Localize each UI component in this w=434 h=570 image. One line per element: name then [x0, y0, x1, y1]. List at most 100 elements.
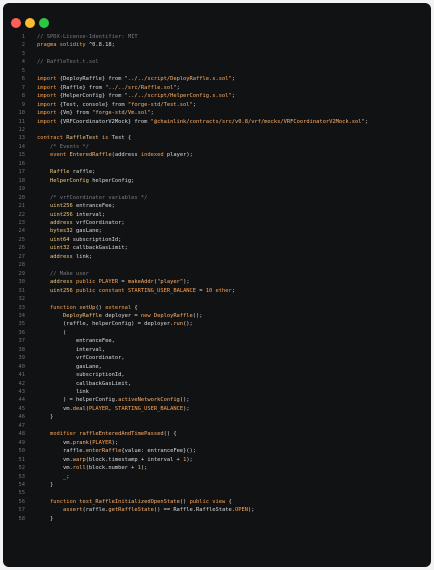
code-line: 43 link — [11, 388, 427, 396]
code-line: 40 gasLane, — [11, 363, 427, 371]
code-token: { — [228, 498, 232, 505]
code-line: 37 entranceFee, — [11, 337, 427, 345]
line-number: 39 — [18, 355, 26, 362]
code-line: 14 /* Events */ — [11, 143, 427, 151]
code-token: {Vm} from — [59, 110, 93, 117]
code-line: 8 import {HelperConfig} from "../../scrip… — [11, 92, 427, 100]
code-line: 55 — [11, 489, 427, 497]
code-token: RaffleTest — [66, 135, 102, 142]
code-token: (); — [179, 397, 190, 404]
code-token: raffleEnteredAndTimePassed — [79, 431, 164, 438]
line-number: 16 — [18, 160, 26, 167]
code-token: address — [37, 253, 76, 260]
code-line: 26 uint32 callbackGasLimit; — [11, 244, 427, 252]
code-token: gasLane, — [37, 363, 102, 370]
code-line: 36 ( — [11, 329, 427, 337]
code-token: deployer = — [105, 312, 141, 319]
code-token: EnteredRaffle — [69, 152, 112, 159]
line-number: 31 — [18, 287, 26, 294]
code-token: "forge-std/Test.sol" — [127, 101, 193, 108]
code-token: ); — [111, 439, 119, 446]
code-token: test_RaffleInitializedOpenState — [79, 498, 180, 505]
code-token: DeployRaffle — [153, 312, 193, 319]
window-controls — [11, 13, 53, 28]
code-token: raffle; — [72, 169, 96, 176]
line-number: 51 — [18, 456, 26, 463]
code-line: 39 vrfCoordinator, — [11, 354, 427, 362]
code-line: 30 address public PLAYER = makeAddr("pla… — [11, 278, 427, 286]
line-number: 8 — [21, 93, 25, 100]
code-line: 49 vm.prank(PLAYER); — [11, 439, 427, 447]
line-number: 34 — [18, 312, 26, 319]
line-number: 48 — [18, 431, 26, 438]
line-number: 26 — [18, 245, 26, 252]
code-token: (raffle. — [82, 507, 109, 514]
code-token: gasLane; — [75, 228, 102, 235]
minimize-dot[interactable] — [25, 18, 35, 28]
code-token: ; — [364, 118, 369, 125]
code-token: link; — [75, 253, 93, 260]
code-token: "forge-std/Vm.sol" — [92, 110, 151, 117]
code-token: "../../script/HelperConfig.s.sol" — [124, 93, 232, 100]
line-number: 4 — [21, 59, 25, 66]
code-line: 20 /* vrfCoordinator variables */ — [11, 194, 427, 202]
code-token: () { — [163, 431, 177, 438]
code-token: import — [37, 84, 60, 91]
code-token: ); — [183, 279, 190, 286]
close-dot[interactable] — [11, 18, 21, 28]
code-token: modifier — [37, 431, 80, 438]
code-line: 3 — [11, 50, 427, 58]
code-line: 2 pragma solidity ^0.8.18; — [11, 41, 427, 49]
code-token: interval, — [37, 346, 106, 353]
code-line: 13 contract RaffleTest is Test { — [11, 134, 427, 142]
line-number: 36 — [18, 329, 26, 336]
code-token: subscriptionId, — [37, 372, 125, 379]
code-token: () — [95, 304, 106, 311]
line-number: 5 — [21, 67, 25, 74]
code-token: = — [118, 279, 128, 286]
line-number: 43 — [18, 389, 26, 396]
line-number: 23 — [18, 219, 26, 226]
code-token: assert — [37, 507, 83, 514]
code-line: 16 — [11, 160, 427, 168]
line-number: 13 — [18, 135, 26, 142]
line-number: 46 — [18, 414, 26, 421]
code-token: bytes32 — [37, 228, 76, 235]
maximize-dot[interactable] — [39, 18, 49, 28]
code-line: 7 import {Raffle} from "../../src/Raffle.… — [11, 84, 427, 92]
line-number: 20 — [18, 194, 26, 201]
code-token: raffle. — [37, 448, 86, 455]
code-token: is — [101, 135, 112, 142]
code-token: () == Raffle.RaffleState. — [153, 507, 235, 514]
line-number: 52 — [18, 465, 26, 472]
code-token: PLAYER — [92, 439, 112, 446]
line-number: 15 — [18, 152, 26, 159]
code-line: 31 uint256 public constant STARTING_USER… — [11, 287, 427, 295]
code-token: ); — [186, 456, 193, 463]
code-token: import — [37, 101, 60, 108]
code-token: {Raffle} from — [59, 84, 106, 91]
code-line: 24 bytes32 gasLane; — [11, 227, 427, 235]
code-token: ( — [37, 329, 67, 336]
line-number: 30 — [18, 279, 26, 286]
line-number: 32 — [18, 296, 26, 303]
code-line: 46 } — [11, 413, 427, 421]
code-token: ; — [231, 76, 235, 83]
code-token: {HelperConfig} from — [59, 93, 125, 100]
code-token: vm. — [37, 405, 73, 412]
code-token: indexed — [140, 152, 167, 159]
code-token: import — [37, 118, 60, 125]
code-token: warp — [72, 456, 86, 463]
line-number: 58 — [18, 515, 26, 522]
code-line: 35 (raffle, helperConfig) = deployer.run… — [11, 320, 427, 328]
line-number: 11 — [18, 118, 26, 125]
code-token: external — [105, 304, 135, 311]
code-line: 1 // SPDX-License-Identifier: MIT — [11, 33, 427, 41]
line-number: 57 — [18, 507, 26, 514]
line-number: 21 — [18, 203, 26, 210]
code-token: new — [140, 312, 154, 319]
line-number: 18 — [18, 177, 26, 184]
code-token: // RaffleTest.t.sol — [37, 59, 99, 66]
code-token: (block.number + — [85, 465, 138, 472]
code-token: vm. — [37, 456, 73, 463]
